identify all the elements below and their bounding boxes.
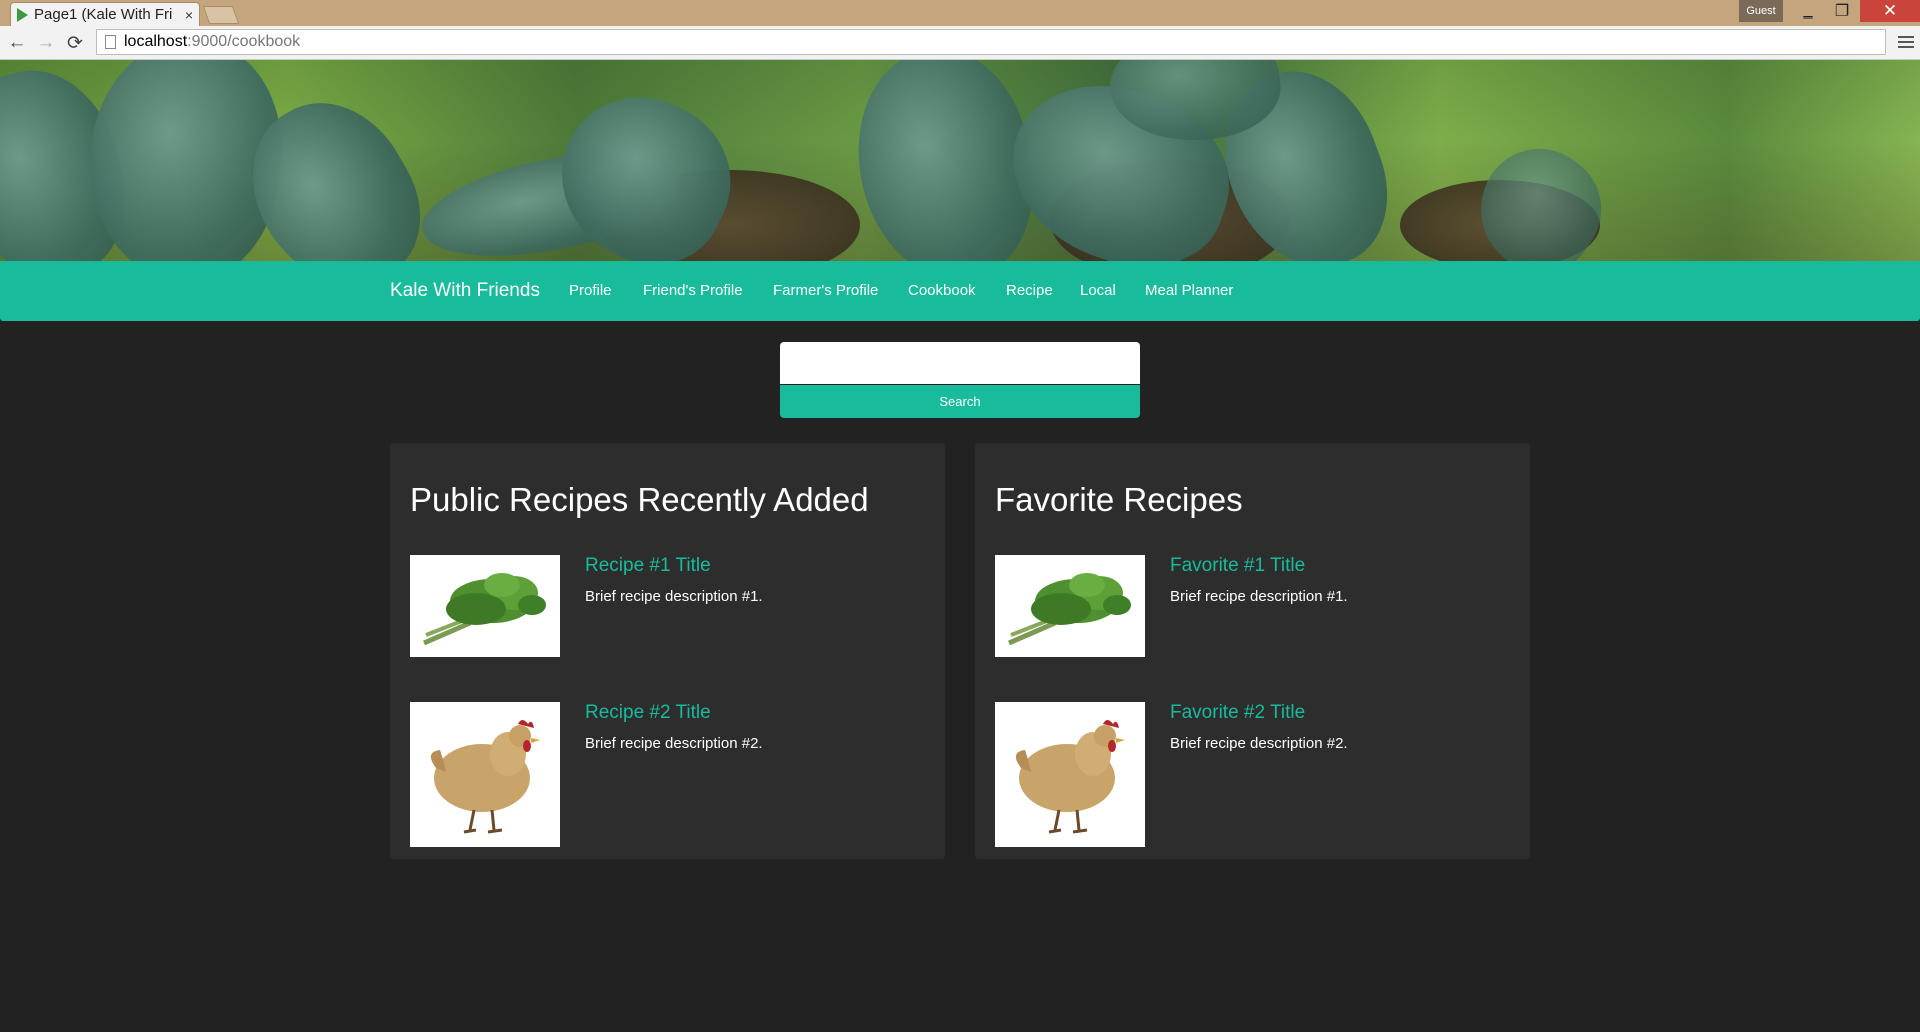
favorite-recipes-panel: Favorite Recipes Favorite #1 Title Brief…: [975, 443, 1530, 859]
nav-cookbook[interactable]: Cookbook: [908, 261, 976, 321]
favorite-title-link[interactable]: Favorite #2 Title: [1170, 702, 1305, 724]
address-bar[interactable]: localhost:9000/cookbook: [96, 29, 1886, 55]
browser-tab[interactable]: Page1 (Kale With Fri ×: [10, 2, 200, 26]
nav-meal-planner[interactable]: Meal Planner: [1145, 261, 1233, 321]
tab-title: Page1 (Kale With Fri: [34, 6, 173, 23]
recipe-description: Brief recipe description #1.: [1170, 588, 1348, 605]
back-icon[interactable]: ←: [5, 31, 29, 55]
favicon-play-icon: [17, 7, 28, 22]
panel-title: Favorite Recipes: [995, 481, 1243, 518]
chicken-image[interactable]: [410, 702, 560, 847]
recipe-title-link[interactable]: Recipe #2 Title: [585, 702, 711, 724]
browser-menu-icon[interactable]: [1898, 32, 1914, 52]
minimize-icon[interactable]: ‗: [1791, 0, 1825, 22]
browser-titlebar: Page1 (Kale With Fri × Guest ‗ ❐ ✕: [0, 0, 1920, 26]
page-icon: [105, 35, 116, 49]
nav-farmers-profile[interactable]: Farmer's Profile: [773, 261, 878, 321]
profile-badge[interactable]: Guest: [1739, 0, 1783, 22]
reload-icon[interactable]: ⟳: [63, 31, 87, 55]
public-recipes-panel: Public Recipes Recently Added Recipe #1 …: [390, 443, 945, 859]
panel-title: Public Recipes Recently Added: [410, 481, 869, 518]
maximize-icon[interactable]: ❐: [1825, 0, 1859, 22]
recipe-title-link[interactable]: Recipe #1 Title: [585, 555, 711, 577]
new-tab-button[interactable]: [202, 6, 240, 24]
nav-profile[interactable]: Profile: [569, 261, 612, 321]
favorite-title-link[interactable]: Favorite #1 Title: [1170, 555, 1305, 577]
chicken-image[interactable]: [995, 702, 1145, 847]
site-brand[interactable]: Kale With Friends: [390, 261, 540, 321]
nav-local[interactable]: Local: [1080, 261, 1116, 321]
kale-image[interactable]: [995, 555, 1145, 657]
recipe-description: Brief recipe description #2.: [585, 735, 763, 752]
window-close-icon[interactable]: ✕: [1860, 0, 1920, 22]
nav-recipe[interactable]: Recipe: [1006, 261, 1053, 321]
recipe-description: Brief recipe description #2.: [1170, 735, 1348, 752]
nav-friends-profile[interactable]: Friend's Profile: [643, 261, 743, 321]
tab-close-icon[interactable]: ×: [185, 7, 193, 23]
url-text: localhost:9000/cookbook: [124, 33, 301, 50]
recipe-description: Brief recipe description #1.: [585, 588, 763, 605]
forward-icon[interactable]: →: [34, 31, 58, 55]
kale-image[interactable]: [410, 555, 560, 657]
browser-toolbar: ← → ⟳ localhost:9000/cookbook: [0, 26, 1920, 60]
search-button[interactable]: Search: [780, 385, 1140, 418]
site-navbar: Kale With Friends Profile Friend's Profi…: [0, 261, 1920, 321]
kale-garden-banner: [0, 60, 1920, 261]
search-input[interactable]: [780, 342, 1140, 384]
